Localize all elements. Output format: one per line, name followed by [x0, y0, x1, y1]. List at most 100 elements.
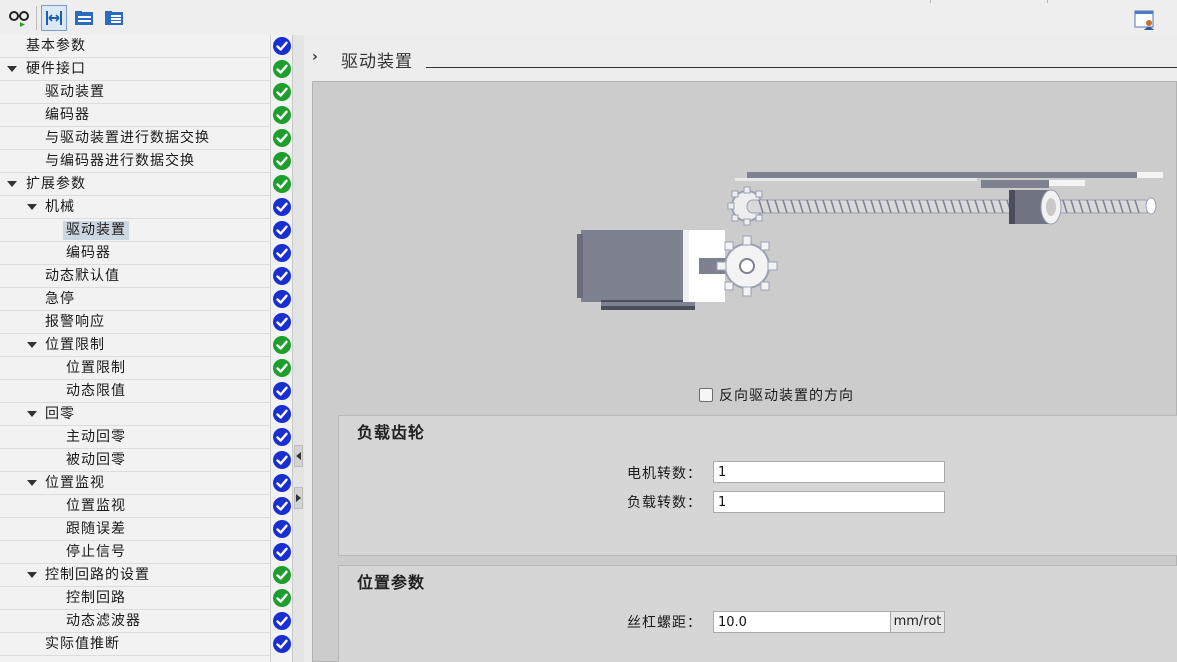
status-check-icon: [272, 427, 292, 447]
load-gear-title: 负载齿轮: [357, 423, 426, 442]
nav-item[interactable]: 机械: [0, 196, 270, 219]
main-panel: › 驱动装置 反向驱动装置的方向 负载齿轮 电机转数： 1 负载转数： 1 位置…: [304, 35, 1177, 662]
status-check-icon: [272, 473, 292, 493]
section-header: › 驱动装置: [304, 35, 1177, 79]
nav-item[interactable]: 被动回零: [0, 449, 270, 472]
collapse-left-icon[interactable]: [294, 445, 303, 467]
status-check-icon: [272, 450, 292, 470]
expand-caret-icon[interactable]: [27, 572, 37, 578]
status-check-icon: [272, 36, 292, 56]
nav-item[interactable]: 急停: [0, 288, 270, 311]
expand-caret-icon[interactable]: [7, 181, 17, 187]
expand-horizontal-icon[interactable]: [41, 5, 67, 31]
expand-right-icon[interactable]: [294, 487, 303, 509]
nav-item[interactable]: 编码器: [0, 242, 270, 265]
nav-item[interactable]: 基本参数: [0, 35, 270, 58]
nav-item[interactable]: 位置监视: [0, 472, 270, 495]
nav-item-label: 编码器: [45, 107, 90, 123]
nav-item[interactable]: 驱动装置: [0, 219, 270, 242]
status-check-icon: [272, 128, 292, 148]
nav-item-label: 位置限制: [45, 337, 105, 353]
nav-item-label: 控制回路的设置: [45, 567, 150, 583]
nav-item[interactable]: 位置监视: [0, 495, 270, 518]
nav-item-label: 急停: [45, 291, 75, 307]
nav-item[interactable]: 位置限制: [0, 357, 270, 380]
nav-item[interactable]: 动态限值: [0, 380, 270, 403]
panel-splitter[interactable]: [292, 35, 304, 662]
status-check-icon: [272, 519, 292, 539]
screw-pitch-input[interactable]: [713, 611, 891, 633]
expand-caret-icon[interactable]: [27, 204, 37, 210]
nav-item-label: 主动回零: [66, 429, 126, 445]
tab-strip: [930, 0, 1048, 3]
nav-item[interactable]: 报警响应: [0, 311, 270, 334]
nav-item[interactable]: 跟随误差: [0, 518, 270, 541]
screw-pitch-unit: mm/rot: [891, 611, 945, 633]
nav-item[interactable]: 停止信号: [0, 541, 270, 564]
status-check-icon: [272, 358, 292, 378]
nav-item[interactable]: 回零: [0, 403, 270, 426]
nav-item-label: 扩展参数: [26, 176, 86, 192]
invert-direction-row[interactable]: 反向驱动装置的方向: [699, 385, 854, 405]
nav-item[interactable]: 与驱动装置进行数据交换: [0, 127, 270, 150]
nav-item[interactable]: 实际值推断: [0, 633, 270, 656]
expand-caret-icon[interactable]: [27, 342, 37, 348]
nav-item[interactable]: 编码器: [0, 104, 270, 127]
expand-caret-icon[interactable]: [27, 411, 37, 417]
nav-item[interactable]: 动态滤波器: [0, 610, 270, 633]
nav-item-label: 跟随误差: [66, 521, 126, 537]
status-check-icon: [272, 634, 292, 654]
section-divider: [426, 67, 1177, 68]
nav-item-label: 驱动装置: [63, 221, 129, 240]
expand-caret-icon[interactable]: [27, 480, 37, 486]
nav-item-label: 位置监视: [66, 498, 126, 514]
nav-item[interactable]: 驱动装置: [0, 81, 270, 104]
nav-item[interactable]: 控制回路: [0, 587, 270, 610]
nav-item[interactable]: 控制回路的设置: [0, 564, 270, 587]
nav-item-label: 与编码器进行数据交换: [45, 153, 195, 169]
status-check-icon: [272, 105, 292, 125]
status-check-icon: [272, 197, 292, 217]
nav-item-label: 停止信号: [66, 544, 126, 560]
invert-direction-label: 反向驱动装置的方向: [719, 388, 854, 404]
load-revolutions-label: 负载转数：: [627, 495, 702, 511]
nav-item-label: 动态默认值: [45, 268, 120, 284]
section-title: 驱动装置: [341, 52, 413, 72]
folder-tree-icon[interactable]: [71, 5, 97, 31]
folder-list-icon[interactable]: [101, 5, 127, 31]
nav-item-label: 控制回路: [66, 590, 126, 606]
nav-item-label: 基本参数: [26, 38, 86, 54]
nav-item-label: 实际值推断: [45, 636, 120, 652]
nav-item[interactable]: 主动回零: [0, 426, 270, 449]
nav-item[interactable]: 与编码器进行数据交换: [0, 150, 270, 173]
user-settings-icon[interactable]: [1133, 8, 1157, 32]
nav-item-label: 动态限值: [66, 383, 126, 399]
section-chevron-icon[interactable]: ›: [312, 49, 318, 65]
motor-revolutions-input[interactable]: [713, 461, 945, 483]
nav-item[interactable]: 扩展参数: [0, 173, 270, 196]
load-revolutions-input[interactable]: [713, 491, 945, 513]
status-check-icon: [272, 611, 292, 631]
nav-item[interactable]: 动态默认值: [0, 265, 270, 288]
nav-item[interactable]: 硬件接口: [0, 58, 270, 81]
content-area: 反向驱动装置的方向 负载齿轮 电机转数： 负载转数： 位置参数 丝杠螺距： mm…: [312, 81, 1177, 662]
expand-caret-icon[interactable]: [7, 66, 17, 72]
navigation-tree: 基本参数 硬件接口 驱动装置 编码器 与驱动装置进行数据交换 与编码器进行数据交换 扩展参数…: [0, 35, 270, 662]
toolbar-separator: [36, 6, 37, 30]
nav-item-label: 报警响应: [45, 314, 105, 330]
status-check-icon: [272, 266, 292, 286]
nav-item-label: 动态滤波器: [66, 613, 141, 629]
status-check-icon: [272, 335, 292, 355]
status-check-icon: [272, 174, 292, 194]
status-check-icon: [272, 542, 292, 562]
screw-pitch-label: 丝杠螺距：: [627, 615, 702, 631]
glasses-icon[interactable]: [6, 5, 32, 31]
toolbar: [0, 0, 1177, 35]
nav-item-label: 硬件接口: [26, 61, 86, 77]
nav-item[interactable]: 位置限制: [0, 334, 270, 357]
status-check-icon: [272, 220, 292, 240]
position-params-group: 位置参数 丝杠螺距： mm/rot: [338, 565, 1177, 662]
invert-direction-checkbox[interactable]: [699, 388, 713, 402]
load-gear-group: 负载齿轮 电机转数： 负载转数：: [338, 415, 1177, 556]
status-check-icon: [272, 82, 292, 102]
